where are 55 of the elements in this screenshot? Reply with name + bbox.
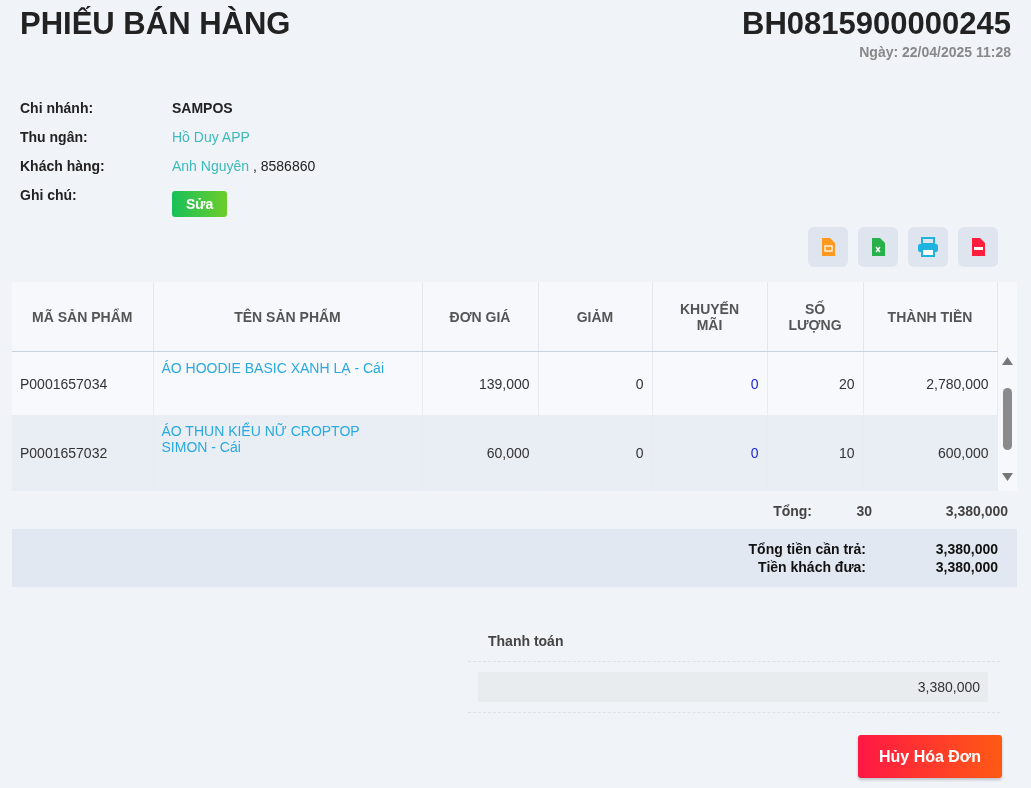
payment-title: Thanh toán [468, 623, 1000, 662]
table-cell: 20 [767, 351, 863, 415]
summary-value: 3,380,000 [934, 559, 998, 575]
phone-number: , 8586860 [251, 158, 316, 174]
total-amount: 3,380,000 [944, 503, 1008, 519]
spreadsheet-icon [871, 238, 885, 256]
print-icon [917, 237, 939, 257]
table-cell: 0 [652, 415, 767, 491]
column-header: ĐƠN GIÁ [422, 282, 538, 352]
column-header: THÀNH TIỀN [863, 282, 997, 352]
field-label: Khách hàng: [20, 158, 106, 174]
table-cell: P0001657034 [12, 351, 153, 415]
name-link[interactable]: Anh Nguyên [172, 158, 250, 174]
column-header: TÊN SẢN PHẨM [153, 282, 422, 352]
scrollbar[interactable] [997, 282, 1017, 491]
branch-value: SAMPOS [172, 100, 233, 116]
invoice-date: Ngày: 22/04/2025 11:28 [859, 44, 1011, 60]
product-link[interactable]: ÁO THUN KIỂU NỮ CROPTOP SIMON - Cái [153, 415, 422, 491]
total-quantity: 30 [855, 503, 872, 519]
summary-label: Tiền khách đưa: [758, 559, 866, 575]
payment-amount-field[interactable]: 3,380,000 [478, 672, 988, 702]
summary-label: Tổng tiền cần trả: [748, 541, 866, 557]
column-header: SỐ LƯỢNG [767, 282, 863, 352]
scroll-up-icon[interactable] [1001, 357, 1013, 365]
name-link[interactable]: Hồ Duy APP [172, 129, 250, 145]
scroll-down-icon[interactable] [1001, 473, 1013, 481]
table-cell: 600,000 [863, 415, 997, 491]
field-label: Thu ngân: [20, 129, 89, 145]
toolbar-button[interactable] [808, 227, 848, 267]
scrollbar-thumb[interactable] [1002, 388, 1012, 450]
table-cell: 2,780,000 [863, 351, 997, 415]
summary-value: 3,380,000 [934, 541, 998, 557]
table-cell: 10 [767, 415, 863, 491]
cancel-invoice-button[interactable]: Hủy Hóa Đơn [858, 735, 1002, 778]
toolbar-button[interactable] [858, 227, 898, 267]
column-header: KHUYẾN MÃI [652, 282, 767, 352]
table-cell: 60,000 [422, 415, 538, 491]
product-link[interactable]: ÁO HOODIE BASIC XANH LẠ - Cái [153, 351, 422, 415]
invoice-code: BH0815900000245 [742, 6, 1011, 42]
toolbar-button[interactable] [908, 227, 948, 267]
edit-button[interactable]: Sửa [172, 191, 228, 217]
column-header: MÃ SẢN PHẨM [12, 282, 153, 352]
table-cell: 0 [538, 351, 652, 415]
document-icon [821, 238, 835, 256]
column-header: GIẢM [538, 282, 652, 352]
table-cell: 139,000 [422, 351, 538, 415]
pdf-file-icon [971, 238, 985, 256]
table-cell: P0001657032 [12, 415, 153, 491]
toolbar-button[interactable] [958, 227, 998, 267]
page-title: PHIẾU BÁN HÀNG [20, 6, 291, 43]
table-cell: 0 [652, 351, 767, 415]
field-label: Chi nhánh: [20, 100, 95, 116]
field-label: Ghi chú: [20, 187, 78, 203]
table-cell: 0 [538, 415, 652, 491]
total-label: Tổng: [772, 503, 812, 519]
